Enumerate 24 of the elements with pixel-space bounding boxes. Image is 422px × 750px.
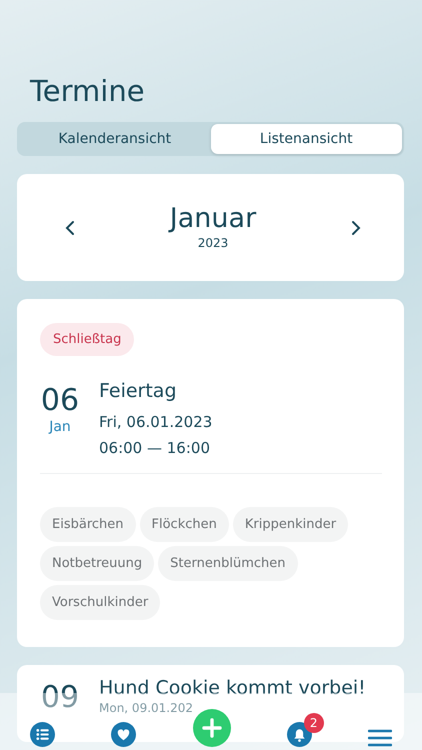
month-abbreviation: Jan <box>49 419 71 435</box>
year-label: 2023 <box>198 236 228 250</box>
event-time: 06:00 — 16:00 <box>99 439 211 457</box>
day-number: 06 <box>40 384 80 417</box>
month-name: Januar <box>170 205 256 232</box>
group-chip: Flöckchen <box>140 507 229 542</box>
group-chip: Vorschulkinder <box>40 585 160 620</box>
group-chip: Notbetreuung <box>40 546 154 581</box>
view-tab[interactable]: Listenansicht <box>210 124 402 154</box>
event-title: Hund Cookie kommt vorbei! <box>99 677 366 699</box>
view-tab[interactable]: Kalenderansicht <box>19 124 210 154</box>
list-icon[interactable] <box>30 722 55 747</box>
group-chip: Krippenkinder <box>232 507 348 542</box>
event-date: Fri, 06.01.2023 <box>99 413 212 431</box>
page-title: Termine <box>30 74 145 108</box>
event-date: Mon, 09.01.202 <box>99 701 194 715</box>
event-title: Feiertag <box>99 380 178 402</box>
day-number: 09 <box>40 681 80 714</box>
heart-icon[interactable] <box>111 722 136 747</box>
status-tag: Schließtag <box>40 323 134 356</box>
group-chip: Sternenblümchen <box>158 546 298 581</box>
menu-icon[interactable] <box>368 729 392 747</box>
event-card[interactable]: Schließtag 06 Jan Feiertag Fri, 06.01.2023 06:00 — 16:00 Eisbärchen Flöckchen Krippenkinder Notbetreuung Sternenblümchen Vorschulkinder <box>17 299 404 647</box>
group-chip: Eisbärchen <box>40 507 136 542</box>
